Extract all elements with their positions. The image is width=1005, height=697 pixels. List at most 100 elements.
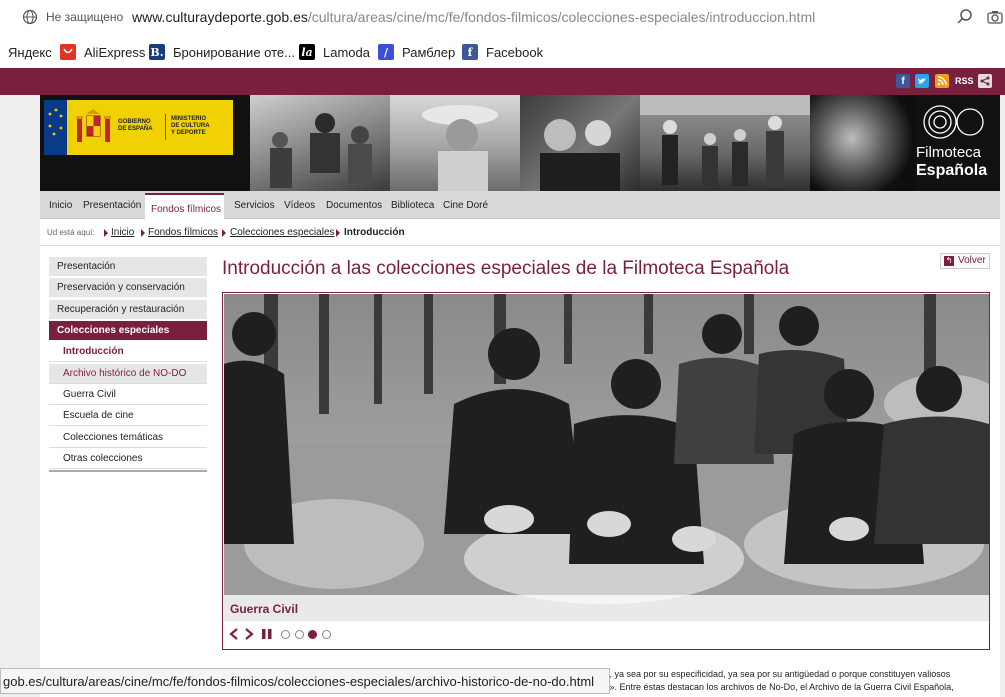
bookmark-lamoda[interactable]: la Lamoda [299,43,370,61]
bookmark-booking[interactable]: B. Бронирование оте... [149,43,295,61]
lamoda-icon: la [299,44,315,60]
breadcrumb-current: Introducción [344,227,405,238]
bookmark-aliexpress[interactable]: AliExpress [60,43,145,61]
slider-prev-icon[interactable] [229,628,239,640]
search-icon[interactable] [956,8,974,26]
intro-paragraph: és, ya sea por su especificidad, ya sea … [600,668,1000,694]
nav-cine-dore[interactable]: Cine Doré [443,200,488,211]
banner-photo-4 [640,95,810,191]
nav-presentacion[interactable]: Presentación [83,200,141,211]
gobierno-line1: GOBIERNO [118,119,151,125]
sidebar-bottom-rule [49,470,207,472]
sidebar-item-presentacion[interactable]: Presentación [49,257,207,277]
bookmark-facebook[interactable]: f Facebook [462,43,543,61]
camera-icon[interactable] [986,8,1004,26]
bookmark-label: Бронирование оте... [173,44,295,60]
sidebar-sub-guerra-civil[interactable]: Guerra Civil [49,385,207,405]
breadcrumb-fondos-filmicos[interactable]: Fondos fílmicos [148,227,218,238]
gobierno-text: GOBIERNO DE ESPAÑA [118,119,153,133]
sidebar-sub-otras-colecciones[interactable]: Otras colecciones [49,449,207,469]
spain-crest-icon [76,109,111,142]
breadcrumb-arrow-icon [141,229,145,237]
breadcrumb-arrow-icon [336,229,340,237]
rambler-icon: / [378,44,394,60]
ministerio-text: MINISTERIO DE CULTURA Y DEPORTE [171,116,210,137]
nav-servicios[interactable]: Servicios [234,200,275,211]
bookmark-label: Яндекс [8,44,52,60]
rss-label[interactable]: RSS [955,76,974,86]
slide-caption-text: Guerra Civil [230,602,299,616]
bookmark-yandex[interactable]: Яндекс [8,43,52,61]
slider-next-icon[interactable] [244,628,254,640]
url-host: www.culturaydeporte.gob.es [132,9,308,25]
bookmark-label: AliExpress [84,44,146,60]
nav-fondos-filmicos-label: Fondos fílmicos [151,204,222,215]
address-bar: Не защищено www.culturaydeporte.gob.es/c… [0,0,1005,36]
slider-dot-1[interactable] [281,630,290,639]
twitter-share-icon[interactable] [915,74,929,88]
sidebar-sub-archivo-no-do[interactable]: Archivo histórico de NO-DO [49,364,207,384]
booking-icon: B. [149,44,165,60]
breadcrumb-colecciones-especiales[interactable]: Colecciones especiales [230,227,335,238]
bookmark-label: Facebook [486,44,544,60]
banner-photo-2 [390,95,520,191]
volver-button[interactable]: ↰ Volver [940,253,990,269]
intro-line-1: és, ya sea por su especificidad, ya sea … [600,669,951,679]
sidebar-item-recuperacion[interactable]: Recuperación y restauración [49,300,207,320]
filmoteca-spiral-icon [923,105,984,139]
sidebar-sub-escuela-de-cine[interactable]: Escuela de cine [49,406,207,426]
filmoteca-brand-line2: Española [916,162,988,179]
bookmark-label: Lamoda [323,44,370,60]
breadcrumb-inicio[interactable]: Inicio [111,227,134,238]
eu-flag [44,100,67,155]
browser-status-url: gob.es/cultura/areas/cine/mc/fe/fondos-f… [0,668,610,694]
slider-dot-4[interactable] [322,630,331,639]
ministerio-line1: MINISTERIO [171,116,207,122]
facebook-share-icon[interactable]: f [896,74,910,88]
logo-divider [165,114,166,140]
page-title: Introducción a las colecciones especiale… [222,258,790,279]
breadcrumb-arrow-icon [222,229,226,237]
globe-icon[interactable] [22,9,38,25]
share-icon[interactable] [978,74,992,88]
sidebar-sub-colecciones-tematicas[interactable]: Colecciones temáticas [49,428,207,448]
intro-line-2: es». Entre éstas destacan los archivos d… [600,682,954,692]
nav-videos[interactable]: Vídeos [284,200,315,211]
sidebar-sub-introduccion[interactable]: Introducción [49,342,207,362]
banner-photo-1 [250,95,390,191]
slide-caption: Guerra Civil [224,595,989,621]
nav-inicio[interactable]: Inicio [49,200,72,211]
sidebar-item-preservacion[interactable]: Preservación y conservación [49,278,207,298]
bookmark-label: Рамблер [402,44,456,60]
url-path: /cultura/areas/cine/mc/fe/fondos-filmico… [307,9,816,25]
ministerio-line3: Y DEPORTE [171,130,206,136]
nav-biblioteca[interactable]: Biblioteca [391,200,434,211]
bookmark-rambler[interactable]: / Рамблер [378,43,455,61]
url-field[interactable]: www.culturaydeporte.gob.es/cultura/areas… [132,9,815,25]
banner-photo-3 [520,95,640,191]
nav-documentos[interactable]: Documentos [326,200,382,211]
ministerio-line2: DE CULTURA [171,123,210,129]
page-gutter-right [1000,95,1005,697]
aliexpress-icon [60,44,76,60]
image-slider[interactable]: Guerra Civil [222,292,990,650]
breadcrumb-label: Ud está aquí: [47,228,95,237]
slide-image[interactable] [224,294,989,621]
slider-dot-2[interactable] [295,630,304,639]
page-gutter-left [0,95,40,697]
site-top-bar: f RSS [0,68,1005,95]
filmoteca-logo[interactable]: Filmoteca Española [914,104,998,184]
security-status[interactable]: Не защищено [46,10,123,24]
rss-icon[interactable] [935,74,949,88]
breadcrumb-divider [40,245,1000,246]
slider-pause-icon[interactable] [261,628,273,640]
volver-label: Volver [958,255,986,266]
facebook-icon: f [462,44,478,60]
sidebar-item-colecciones-especiales[interactable]: Colecciones especiales [49,321,207,341]
bookmarks-bar: Яндекс AliExpress B. Бронирование оте...… [0,36,1005,68]
slide-photo [224,294,989,621]
slider-dot-3[interactable] [308,630,317,639]
nav-fondos-filmicos[interactable]: Fondos fílmicos [145,193,224,220]
gobierno-line2: DE ESPAÑA [118,126,153,132]
gobierno-logo[interactable]: GOBIERNO DE ESPAÑA MINISTERIO DE CULTURA… [44,100,233,155]
